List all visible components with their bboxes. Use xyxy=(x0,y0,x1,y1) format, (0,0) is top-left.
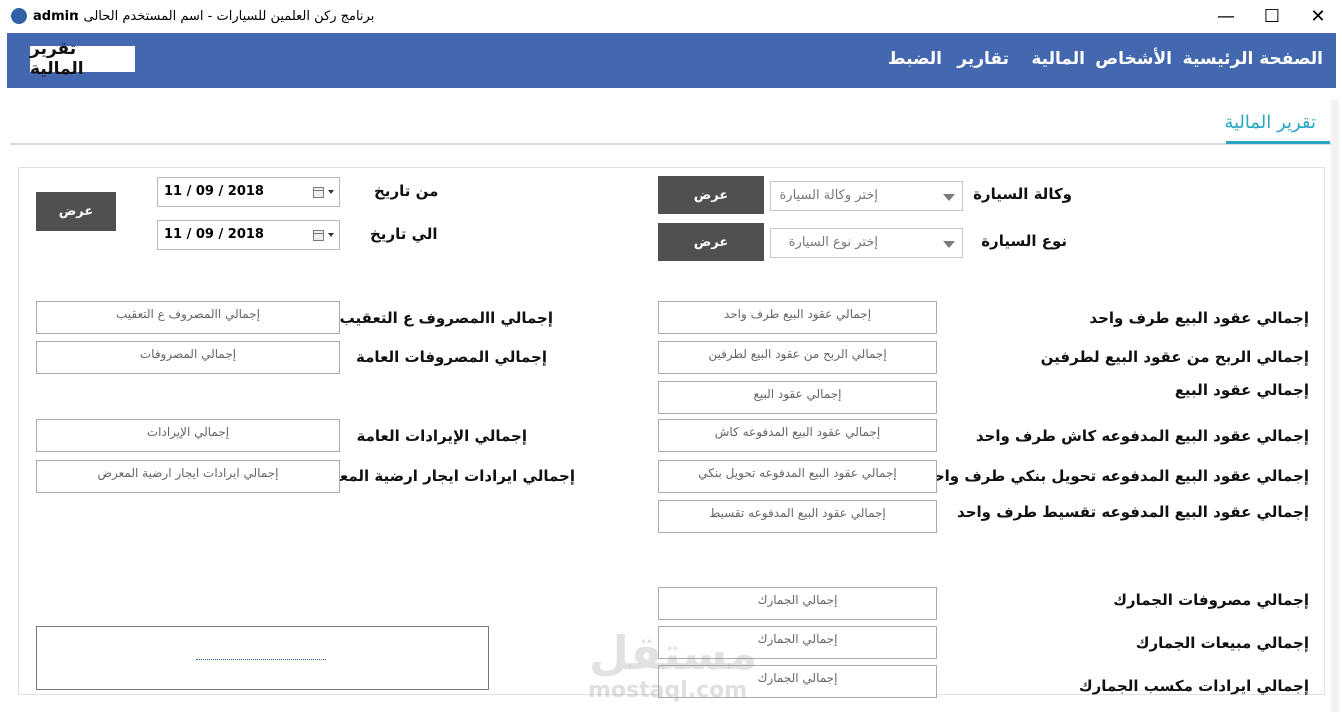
row-label-two-party-profit: إجمالي الربح من عقود البيع لطرفين xyxy=(1040,348,1309,366)
agency-select[interactable]: إختر وكالة السيارة xyxy=(770,181,963,211)
app-icon xyxy=(11,8,27,24)
from-date-picker[interactable]: 11 / 09 / 2018 xyxy=(157,177,340,207)
show-agency-button[interactable]: عرض xyxy=(658,176,764,214)
nav-finance[interactable]: المالية xyxy=(1031,49,1085,69)
total-customs-expenses-field[interactable]: إجمالي الجمارك xyxy=(658,587,937,620)
total-single-party-sales-field[interactable]: إجمالي عقود البيع طرف واحد xyxy=(658,301,937,334)
close-button[interactable]: ✕ xyxy=(1295,0,1341,33)
agency-label: وكالة السيارة xyxy=(973,185,1072,203)
dotted-line xyxy=(196,659,326,660)
row-label-customs-expenses: إجمالي مصروفات الجمارك xyxy=(1113,591,1309,609)
row-label-followup-expense: إجمالي االمصروف ع التعقيب xyxy=(339,309,553,327)
total-showroom-rent-field[interactable]: إجمالي ايرادات ايجار ارضية المعرض xyxy=(36,460,340,493)
window-title: برنامج ركن العلمين للسيارات - اسم المستخ… xyxy=(75,9,375,24)
current-user: admin xyxy=(33,9,79,24)
from-date-label: من تاريخ xyxy=(374,182,439,200)
chevron-down-icon xyxy=(328,233,334,237)
total-sales-field[interactable]: إجمالي عقود البيع xyxy=(658,381,937,414)
row-label-general-revenue: إجمالي الإيرادات العامة xyxy=(356,427,527,445)
nav-settings[interactable]: الضبط xyxy=(888,49,942,69)
show-type-button[interactable]: عرض xyxy=(658,223,764,261)
header-divider xyxy=(10,143,1331,145)
total-two-party-profit-field[interactable]: إجمالي الربح من عقود البيع لطرفين xyxy=(658,341,937,374)
row-label-bank-transfer-sales: إجمالي عقود البيع المدفوعه تحويل بنكي طر… xyxy=(925,467,1309,485)
current-page-badge: تقرير المالية xyxy=(30,39,135,79)
from-date-value: 11 / 09 / 2018 xyxy=(164,184,264,199)
watermark-url: mostaql.com xyxy=(588,678,748,703)
notes-box xyxy=(36,626,489,690)
chevron-down-icon xyxy=(943,241,955,248)
page-title: تقرير المالية xyxy=(1224,112,1316,133)
agency-placeholder: إختر وكالة السيارة xyxy=(779,188,878,203)
to-date-picker[interactable]: 11 / 09 / 2018 xyxy=(157,220,340,250)
row-label-total-sales: إجمالي عقود البيع xyxy=(1174,381,1309,399)
page-title-underline xyxy=(1226,141,1330,144)
car-type-select[interactable]: إختر نوع السيارة xyxy=(770,228,963,258)
maximize-button[interactable]: ☐ xyxy=(1249,0,1295,33)
vertical-scrollbar[interactable] xyxy=(1331,100,1339,712)
to-date-label: الي تاريخ xyxy=(370,225,438,243)
row-label-single-party-sales: إجمالي عقود البيع طرف واحد xyxy=(1089,309,1309,327)
chevron-down-icon xyxy=(328,190,334,194)
total-installment-sales-field[interactable]: إجمالي عقود البيع المدفوعه تقسيط xyxy=(658,500,937,533)
to-date-value: 11 / 09 / 2018 xyxy=(164,227,264,242)
row-label-cash-sales: إجمالي عقود البيع المدفوعه كاش طرف واحد xyxy=(975,427,1309,445)
chevron-down-icon xyxy=(943,194,955,201)
watermark-logo: مستقل xyxy=(589,626,758,680)
total-bank-transfer-sales-field[interactable]: إجمالي عقود البيع المدفوعه تحويل بنكي xyxy=(658,460,937,493)
row-label-customs-sales: إجمالي مبيعات الجمارك xyxy=(1135,634,1309,652)
calendar-icon xyxy=(313,230,324,241)
car-type-label: نوع السيارة xyxy=(981,232,1067,250)
total-general-revenue-field[interactable]: إجمالي الإيرادات xyxy=(36,419,340,452)
total-followup-expense-field[interactable]: إجمالي االمصروف ع التعقيب xyxy=(36,301,340,334)
nav-people[interactable]: الأشخاص xyxy=(1095,49,1172,69)
row-label-customs-revenue: إجمالي ايرادات مكسب الجمارك xyxy=(1078,677,1309,695)
car-type-placeholder: إختر نوع السيارة xyxy=(788,235,878,250)
nav-home[interactable]: الصفحة الرئيسية xyxy=(1183,49,1323,69)
total-general-expenses-field[interactable]: إجمالي المصروفات xyxy=(36,341,340,374)
row-label-installment-sales: إجمالي عقود البيع المدفوعه تقسيط طرف واح… xyxy=(957,503,1309,521)
row-label-general-expenses: إجمالي المصروفات العامة xyxy=(356,348,547,366)
show-dates-button[interactable]: عرض xyxy=(36,192,116,231)
nav-reports[interactable]: تقارير xyxy=(957,49,1009,69)
row-label-showroom-rent: إجمالي ايرادات ايجار ارضية المعرض xyxy=(310,467,575,485)
calendar-icon xyxy=(313,187,324,198)
total-cash-sales-field[interactable]: إجمالي عقود البيع المدفوعه كاش xyxy=(658,419,937,452)
minimize-button[interactable]: — xyxy=(1203,0,1249,33)
